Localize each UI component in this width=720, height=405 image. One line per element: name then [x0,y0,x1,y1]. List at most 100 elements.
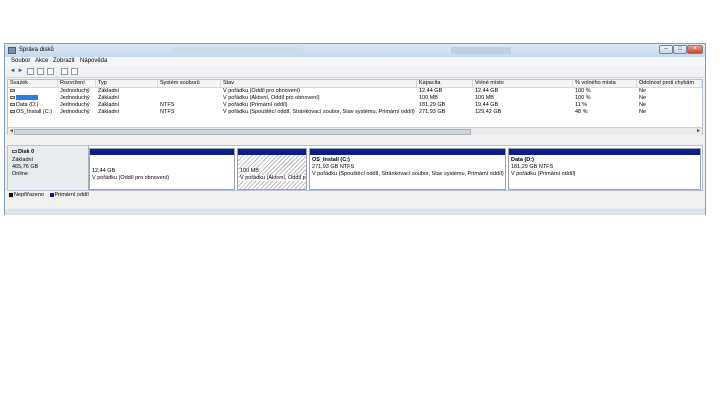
percent-free-cell: 100 % [575,88,591,94]
menu-soubor[interactable]: Soubor [11,58,30,64]
filesystem-cell [158,88,221,95]
volume-list[interactable]: Svazek Rozvržení Typ Systém souborů Stav… [7,79,703,135]
type-cell: Základní [98,109,120,115]
disk-icon [12,150,17,154]
fault-tolerance-cell: Ne [639,95,647,101]
partition-size: 271,93 GB NTFS [312,164,355,170]
column-header[interactable]: Svazek [8,80,58,87]
minimize-button[interactable]: – [659,45,673,54]
layout-cell: Jednoduchý [60,109,90,115]
table-row[interactable]: Data (D:) Jednoduchý Základní NTFS V poř… [8,102,702,109]
legend-item-unallocated: Nepřiřazeno [9,192,46,198]
filesystem-cell: NTFS [160,109,175,115]
partition-data[interactable]: Data (D:) 181,29 GB NTFS V pořádku (Prim… [508,148,701,190]
legend: Nepřiřazeno Primární oddíl [7,192,703,200]
partition-size: 181,29 GB NTFS [511,164,554,170]
free-space-cell: 12,44 GB [475,88,499,94]
menu-bar: Soubor Akce Zobrazit Nápověda [5,57,705,66]
status-cell: V pořádku (Aktivní, Oddíl pro obnovení) [223,95,320,101]
column-header[interactable]: Kapacita [417,80,473,87]
disk-management-icon [8,47,16,54]
disk-info-panel[interactable]: Disk 0 Základní 465,76 GB Online [8,146,89,190]
partition-name: OS_Install (C:) [312,157,350,163]
volume-cell: OS_Install (C:) [8,109,58,116]
filesystem-cell [158,95,221,102]
column-header[interactable]: Systém souborů [158,80,221,87]
background-window-strip [5,209,705,215]
volume-icon [10,110,15,114]
partition-name: Data (D:) [511,157,534,163]
column-header[interactable]: Typ [96,80,158,87]
properties-icon[interactable] [27,68,34,75]
capacity-cell: 181,29 GB [419,102,446,108]
primary-partition-bar [238,149,306,155]
free-space-cell: 19,44 GB [475,102,499,108]
blurred-background-region [173,47,303,54]
menu-akce[interactable]: Akce [35,58,48,64]
table-row[interactable]: Jednoduchý Základní V pořádku (Aktivní, … [8,95,702,102]
legend-swatch [9,192,13,197]
legend-item-primary: Primární oddíl [49,192,89,198]
table-row[interactable]: OS_Install (C:) Jednoduchý Základní NTFS… [8,109,702,116]
disk-name: Disk 0 [12,149,34,155]
partition-status: V pořádku (Primární oddíl) [511,171,576,177]
maximize-button[interactable]: □ [673,45,687,54]
percent-free-cell: 48 % [575,109,588,115]
horizontal-scrollbar[interactable]: ◄ ► [8,127,702,135]
column-header[interactable]: % volného místa [573,80,637,87]
volume-icon [10,89,15,93]
forward-arrow-icon[interactable]: ► [17,68,24,75]
scrollbar-thumb[interactable] [14,129,471,135]
volume-table-header: Svazek Rozvržení Typ Systém souborů Stav… [8,80,702,88]
volume-cell [8,95,58,102]
volume-icon [10,103,15,107]
status-cell: V pořádku (Oddíl pro obnovení) [223,88,301,94]
column-header[interactable]: Odolnost proti chybám [637,80,702,87]
refresh-icon[interactable] [47,68,54,75]
blurred-background-region [451,47,511,54]
capacity-cell: 271,93 GB [419,109,446,115]
disk-size: 465,76 GB [12,164,39,170]
filesystem-cell: NTFS [160,102,175,108]
menu-zobrazit[interactable]: Zobrazit [53,58,75,64]
rescan-icon[interactable] [61,68,68,75]
partition-size: 100 MB [240,168,259,174]
layout-cell: Jednoduchý [60,102,90,108]
disk-status: Online [12,171,28,177]
settings-icon[interactable] [71,68,78,75]
close-button[interactable]: × [687,45,703,54]
partition-status: V pořádku (Oddíl pro obnovení) [92,175,170,181]
window-title: Správa disků [19,47,54,53]
disk-map[interactable]: Disk 0 Základní 465,76 GB Online 12,44 G… [7,145,703,191]
volume-cell [8,88,58,95]
scroll-right-icon[interactable]: ► [696,128,701,134]
status-cell: V pořádku (Spouštěcí oddíl, Stránkovací … [223,109,415,115]
primary-partition-bar [310,149,505,155]
partition-size: 12,44 GB [92,168,116,174]
table-row[interactable]: Jednoduchý Základní V pořádku (Oddíl pro… [8,88,702,95]
layout-cell: Jednoduchý [60,95,90,101]
fault-tolerance-cell: Ne [639,88,647,94]
layout-cell: Jednoduchý [60,88,90,94]
title-bar[interactable]: Správa disků – □ × [5,44,705,57]
primary-partition-bar [90,149,234,155]
column-header[interactable]: Stav [221,80,417,87]
partition-os-install[interactable]: OS_Install (C:) 271,93 GB NTFS V pořádku… [309,148,506,190]
disk-type: Základní [12,157,34,163]
toolbar: ◄ ► [5,67,705,78]
help-icon[interactable] [37,68,44,75]
capacity-cell: 100 MB [419,95,438,101]
menu-napoveda[interactable]: Nápověda [80,58,107,64]
disk-management-window: Správa disků – □ × Soubor Akce Zobrazit … [4,43,706,215]
fault-tolerance-cell: Ne [639,102,647,108]
partition-status: V pořádku (Spouštěcí oddíl, Stránkovací … [312,171,504,177]
type-cell: Základní [98,88,120,94]
type-cell: Základní [98,102,120,108]
free-space-cell: 129,42 GB [475,109,502,115]
partition-recovery[interactable]: 12,44 GB V pořádku (Oddíl pro obnovení) [89,148,235,190]
column-header[interactable]: Volné místo [473,80,573,87]
partition-status: V pořádku (Aktivní, Oddíl p [240,175,306,181]
partition-active-recovery[interactable]: 100 MB V pořádku (Aktivní, Oddíl p [237,148,307,190]
back-arrow-icon[interactable]: ◄ [9,68,16,75]
column-header[interactable]: Rozvržení [58,80,96,87]
